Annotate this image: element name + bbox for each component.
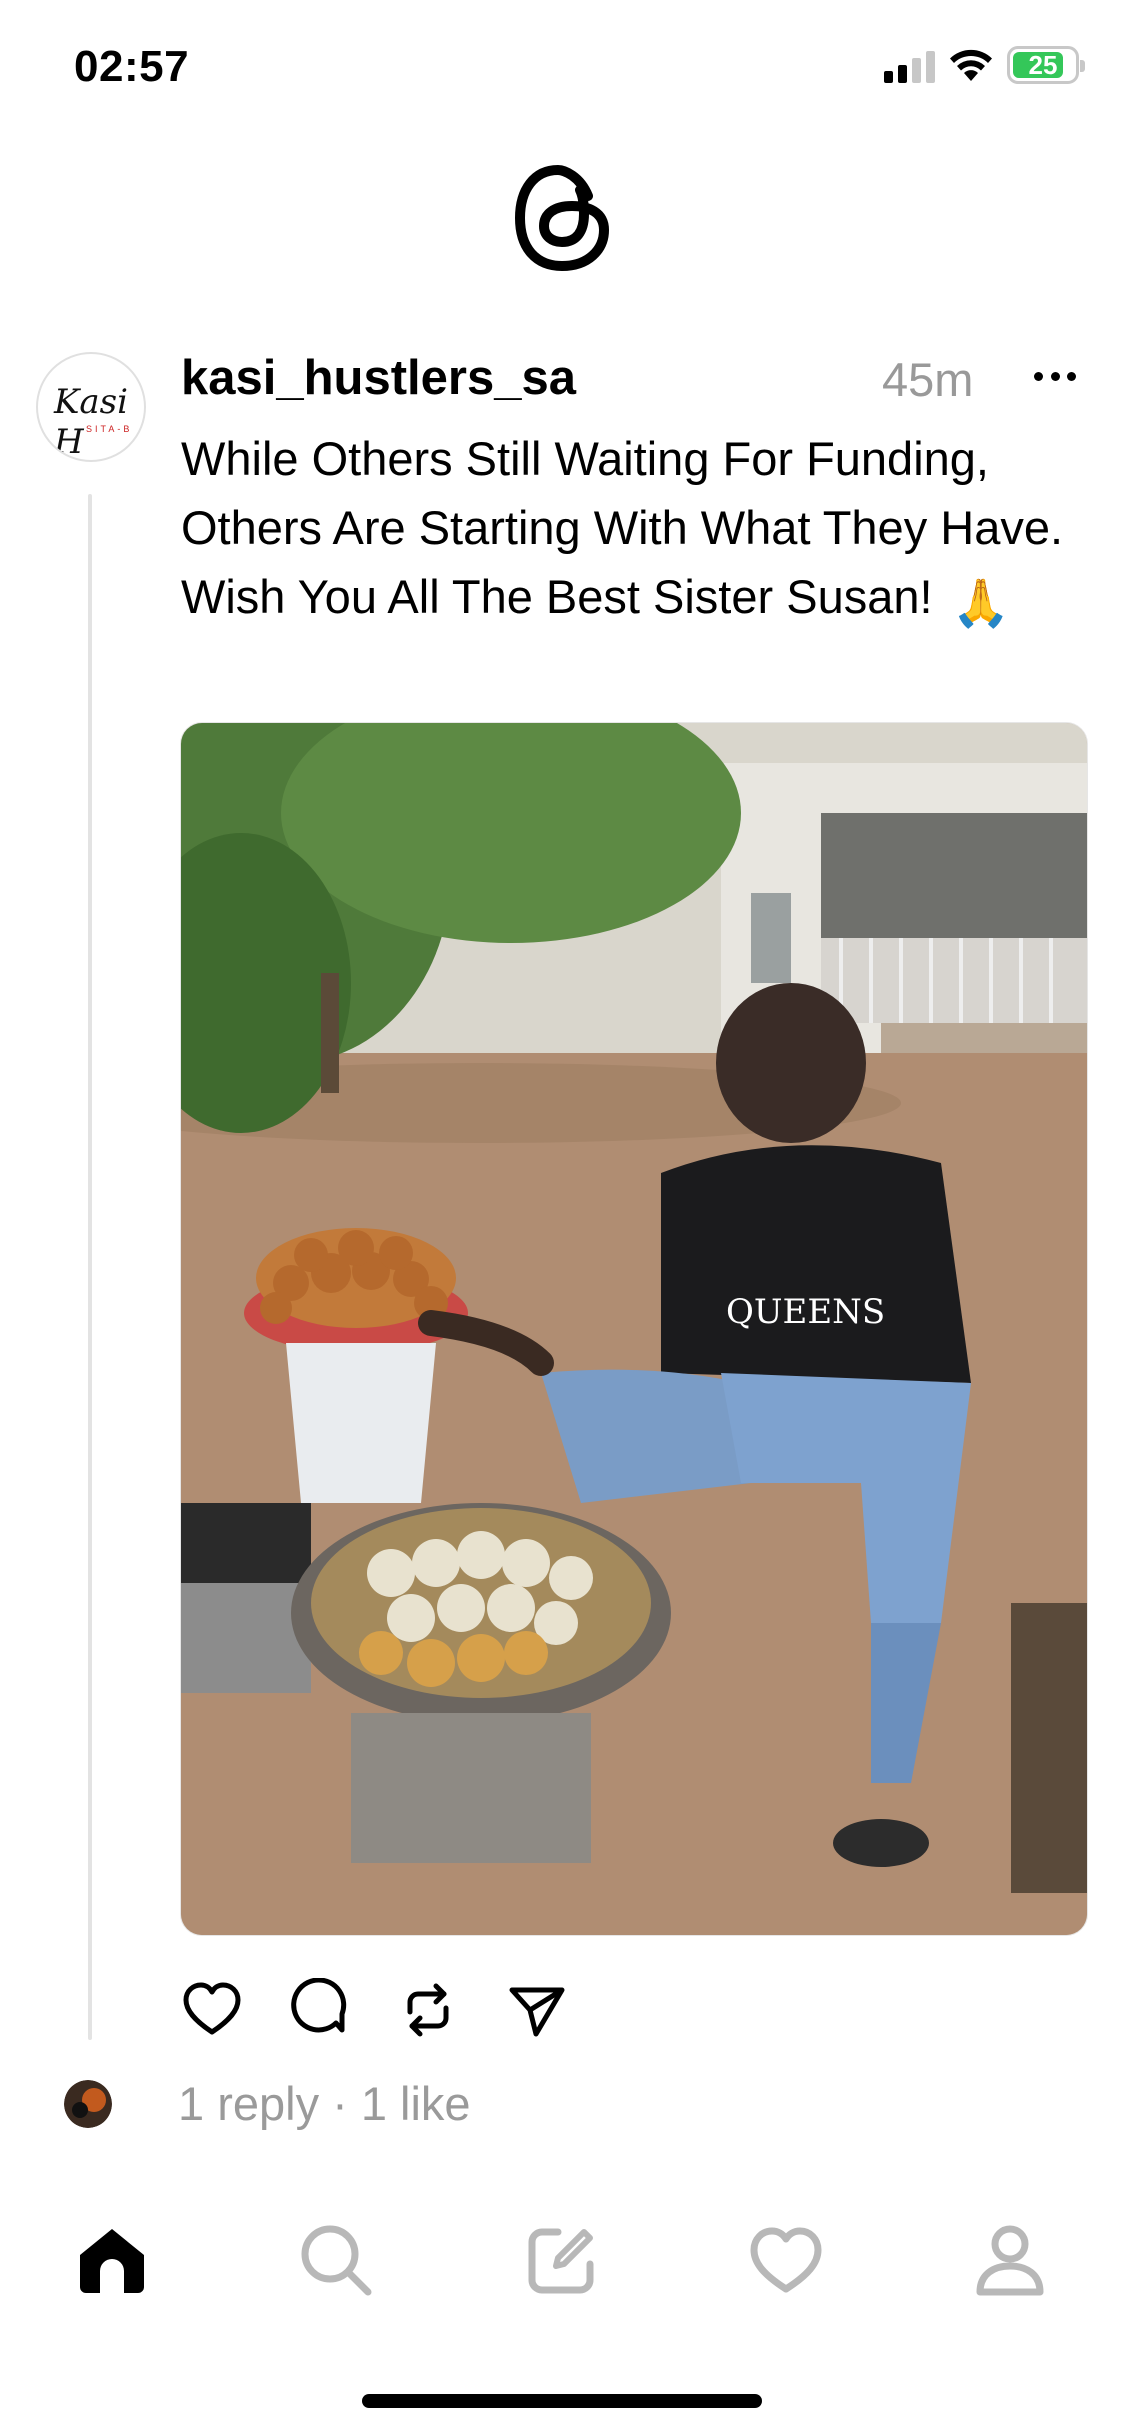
tab-activity[interactable] (736, 2210, 836, 2310)
avatar-logo-subtext: SITA-B (86, 424, 133, 434)
battery-level: 25 (1028, 49, 1058, 80)
profile-icon (976, 2225, 1044, 2296)
author-avatar[interactable]: Kasi H SITA-B (36, 352, 146, 462)
compose-icon (528, 2228, 594, 2294)
share-icon[interactable] (504, 1978, 568, 2042)
avatar-logo-text: Kasi H (54, 382, 128, 462)
tab-compose[interactable] (512, 2210, 612, 2310)
post-photo[interactable]: QUEENS (180, 722, 1088, 1936)
more-options-icon[interactable] (1034, 364, 1076, 388)
status-indicators: 25 (884, 46, 1085, 84)
post-actions (180, 1978, 600, 2042)
author-username[interactable]: kasi_hustlers_sa (181, 350, 576, 406)
threads-logo-icon[interactable] (510, 162, 616, 274)
tab-bar (0, 2210, 1125, 2320)
thread-line (88, 494, 92, 2040)
reply-avatar[interactable] (64, 2080, 112, 2128)
status-bar: 02:57 25 (0, 0, 1125, 140)
photo-scene: QUEENS (181, 723, 1087, 1935)
wifi-icon (950, 49, 992, 81)
activity-heart-icon (750, 2227, 822, 2293)
comment-icon[interactable] (288, 1978, 352, 2042)
praying-hands-emoji: 🙏 (951, 576, 1011, 629)
search-icon (301, 2225, 372, 2296)
svg-text:QUEENS: QUEENS (726, 1292, 885, 1332)
post-body: While Others Still Waiting For Funding, … (181, 432, 1064, 623)
home-icon (80, 2229, 144, 2293)
post-stats[interactable]: 1 reply · 1 like (178, 2076, 471, 2131)
repost-icon[interactable] (396, 1978, 460, 2042)
cellular-signal-icon (884, 47, 935, 83)
battery-icon: 25 (1007, 46, 1085, 84)
tab-search[interactable] (286, 2210, 386, 2310)
status-time: 02:57 (74, 42, 190, 91)
home-indicator[interactable] (362, 2394, 762, 2408)
tab-profile[interactable] (960, 2210, 1060, 2310)
post-timestamp: 45m (882, 353, 974, 406)
tab-home[interactable] (62, 2210, 162, 2310)
like-icon[interactable] (180, 1978, 244, 2042)
post-text: While Others Still Waiting For Funding, … (181, 424, 1081, 637)
